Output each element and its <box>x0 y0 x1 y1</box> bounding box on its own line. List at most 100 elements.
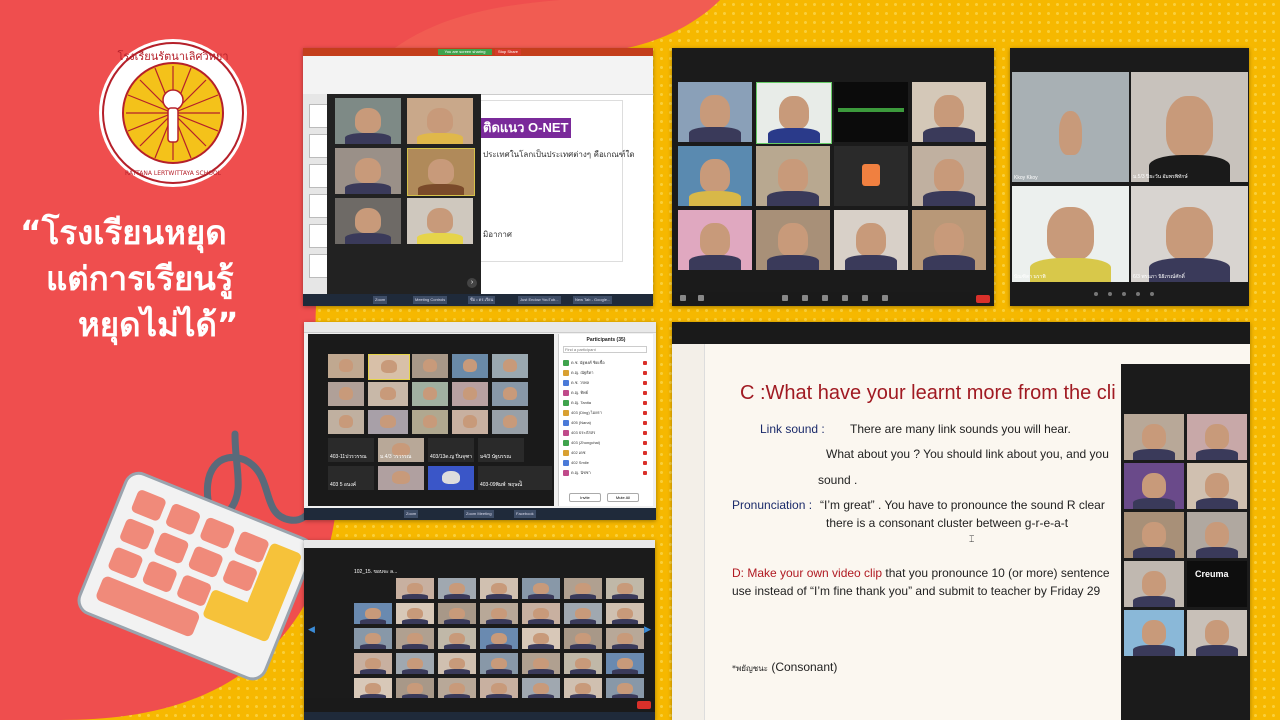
avatar <box>563 419 569 426</box>
video-tile: 403-11ปวรวรรณ <box>328 438 374 462</box>
mic-muted-icon[interactable] <box>643 371 647 375</box>
video-tile <box>396 628 434 649</box>
avatar <box>563 399 569 406</box>
video-tile <box>678 210 752 270</box>
taskbar-item[interactable]: Meeting Controls <box>413 296 448 304</box>
video-tile: ม.5/3 ปิยะวัน อัมพรพิทักษ์ <box>1131 72 1248 182</box>
participant-row[interactable]: ด.ญ. ณัฐธิดา <box>563 368 649 378</box>
mic-muted-icon[interactable] <box>643 361 647 365</box>
taskbar-item[interactable]: Zoom Meeting <box>464 510 494 518</box>
participant-row[interactable]: 403 ประภัสสร <box>563 428 649 438</box>
taskbar-item[interactable]: ชื่อ • ดร.เรียน <box>468 296 496 304</box>
slide-body-text: ประเทศในโลกเป็นประเทศต่างๆ คือเกณฑ์ใด <box>483 150 635 159</box>
mic-muted-icon[interactable] <box>643 411 647 415</box>
slogan-line-3: หยุดไม่ได้” <box>78 305 239 344</box>
mic-muted-icon[interactable] <box>643 421 647 425</box>
video-tile <box>396 603 434 624</box>
video-tile <box>834 82 908 142</box>
mic-muted-icon[interactable] <box>643 431 647 435</box>
video-tile <box>480 678 518 699</box>
participant-name: ด.ช. วรพล <box>571 380 590 385</box>
video-icon[interactable] <box>698 295 704 301</box>
link-sound-text: There are many link sounds you will hear… <box>850 422 1071 436</box>
next-page-icon[interactable]: › <box>467 278 477 288</box>
stop-share-button[interactable]: Stop Share <box>495 49 521 55</box>
video-tile <box>1187 414 1247 460</box>
record-icon[interactable] <box>862 295 868 301</box>
zoom-video-area: 403-11ปวรวรรณ ม.4/3 วรวรรณ 403/13ด.ญ ปิ่… <box>308 334 554 506</box>
mute-all-button[interactable]: Mute All <box>607 493 639 502</box>
participant-row[interactable]: 402 เดช <box>563 448 649 458</box>
video-tile: 403 5 อนงค์ <box>328 466 374 490</box>
share-screen-icon[interactable] <box>842 295 848 301</box>
video-tile <box>328 410 364 434</box>
mic-muted-icon[interactable] <box>643 461 647 465</box>
video-tile <box>492 382 528 406</box>
participant-row[interactable]: ด.ญ. ทิพย์ <box>563 388 649 398</box>
video-tile <box>354 678 392 699</box>
taskbar-item[interactable]: Just Endow YouTub... <box>518 296 561 304</box>
video-tile: 6/3 พรนภา นิธิภรณ์ศักดิ์ <box>1131 186 1248 282</box>
video-tile <box>1124 610 1184 656</box>
participant-name: 402 Smile <box>571 460 589 465</box>
mic-muted-icon[interactable] <box>643 441 647 445</box>
video-tile <box>480 578 518 599</box>
participant-row[interactable]: 403 (Zhongchai) <box>563 438 649 448</box>
end-meeting-button[interactable] <box>637 701 651 709</box>
mic-muted-icon[interactable] <box>643 471 647 475</box>
participant-row[interactable]: ด.ญ. นัชชา <box>563 468 649 478</box>
windows-taskbar: Zoom Zoom Meeting Facebook <box>304 508 656 520</box>
participant-row[interactable]: 402 Smile <box>563 458 649 468</box>
mic-muted-icon[interactable] <box>643 451 647 455</box>
participant-row[interactable]: ด.ช. นัฐพงศ์ ชิดเชื้อ <box>563 358 649 368</box>
security-icon[interactable] <box>782 295 788 301</box>
participant-name: พฤษณ์ิ <box>508 482 523 488</box>
page-indicator <box>1094 292 1166 296</box>
end-meeting-button[interactable] <box>976 295 990 303</box>
video-tile <box>1187 463 1247 509</box>
taskbar-item[interactable]: New Tab - Google... <box>573 296 613 304</box>
video-tile <box>564 603 602 624</box>
video-tile <box>412 410 448 434</box>
slogan: “โรงเรียนหยุด แต่การเรียนรู้ หยุดไม่ได้” <box>20 210 260 348</box>
slogan-line-1: “โรงเรียนหยุด <box>20 213 227 252</box>
video-tile <box>678 82 752 142</box>
chat-icon[interactable] <box>822 295 828 301</box>
participant-row[interactable]: 403 (Ding) ไอยรา <box>563 408 649 418</box>
video-tile <box>396 578 434 599</box>
video-tile: Kkoy Kkoy <box>1012 72 1129 182</box>
mic-muted-icon[interactable] <box>643 401 647 405</box>
pronunciation-label: Pronunciation : <box>732 498 813 512</box>
participant-row[interactable]: 405 (Nana) <box>563 418 649 428</box>
invite-button[interactable]: Invite <box>569 493 601 502</box>
taskbar-item[interactable]: Zoom <box>404 510 419 518</box>
video-tile <box>354 653 392 674</box>
screenshot-zoom-gallery-2: Kkoy Kkoy ม.5/3 ปิยะวัน อัมพรพิทักษ์ บัณ… <box>1010 48 1249 306</box>
video-tile <box>564 578 602 599</box>
video-tile <box>480 653 518 674</box>
floating-zoom-gallery: › <box>327 94 481 296</box>
participant-row[interactable]: ด.ญ. Tanita <box>563 398 649 408</box>
next-page-icon[interactable]: ▶ <box>644 624 651 635</box>
video-tile <box>335 98 401 144</box>
participant-name: ด.ญ. นัชชา <box>571 470 591 475</box>
participant-row[interactable]: ด.ช. วรพล <box>563 378 649 388</box>
participants-title: Participants (35) <box>586 337 626 343</box>
ppt-ribbon <box>303 56 653 95</box>
reactions-icon[interactable] <box>882 295 888 301</box>
avatar <box>563 389 569 396</box>
video-tile <box>328 354 364 378</box>
task-d-text: that you pronounce 10 (or more) sentence <box>882 566 1110 580</box>
prev-page-icon[interactable]: ◀ <box>308 624 315 635</box>
participants-icon[interactable] <box>802 295 808 301</box>
taskbar-item[interactable]: Facebook <box>514 510 536 518</box>
video-tile <box>912 82 986 142</box>
taskbar-item[interactable]: Zoom <box>373 296 388 304</box>
mute-icon[interactable] <box>680 295 686 301</box>
participant-search-input[interactable] <box>563 346 647 353</box>
video-tile <box>480 603 518 624</box>
video-tile <box>522 678 560 699</box>
mic-muted-icon[interactable] <box>643 381 647 385</box>
mic-muted-icon[interactable] <box>643 391 647 395</box>
video-tile <box>606 578 644 599</box>
